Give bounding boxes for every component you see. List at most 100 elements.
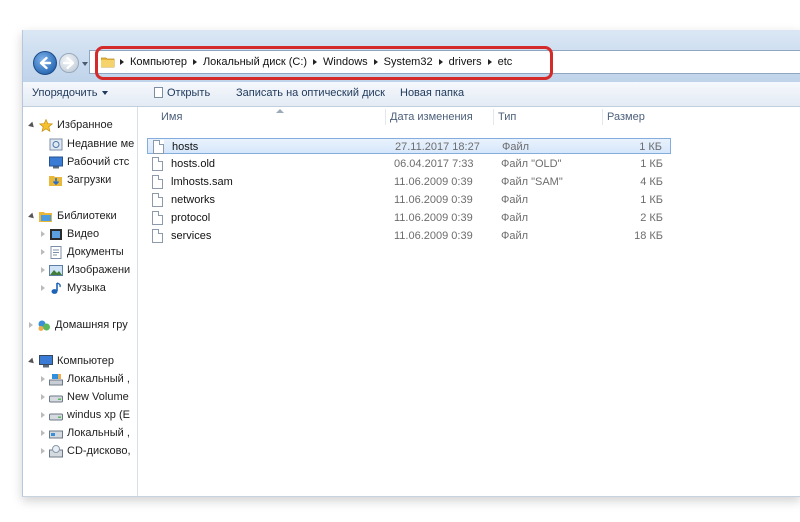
file-name: services	[171, 230, 212, 242]
organize-button[interactable]: Упорядочить	[32, 87, 109, 99]
sidebar-item-local-2[interactable]: Локальный ,	[41, 425, 130, 441]
cd-drive-icon	[49, 444, 63, 458]
file-size: 1 КБ	[640, 158, 663, 170]
sidebar-label-computer: Компьютер	[57, 355, 114, 367]
file-list[interactable]: Имя Дата изменения Тип Размер hosts 27.1…	[138, 107, 800, 496]
file-icon	[152, 157, 163, 171]
system-drive-icon	[49, 373, 63, 386]
column-divider[interactable]	[385, 109, 386, 125]
organize-label: Упорядочить	[32, 87, 98, 99]
expand-arrow-icon[interactable]	[41, 394, 45, 400]
file-name: protocol	[171, 212, 211, 224]
sidebar-item-cdrom[interactable]: CD-дисково,	[41, 443, 131, 459]
homegroup-icon	[37, 319, 51, 332]
column-header-date[interactable]: Дата изменения	[390, 107, 473, 127]
file-size: 4 КБ	[640, 176, 663, 188]
file-type: Файл "OLD"	[501, 158, 562, 170]
sidebar-item-music[interactable]: Музыка	[41, 280, 106, 296]
file-icon	[152, 229, 163, 243]
sidebar-label-recent: Недавние ме	[67, 138, 135, 150]
sidebar-item-computer[interactable]: Компьютер	[28, 353, 114, 369]
expand-arrow-icon[interactable]	[28, 357, 36, 365]
sidebar-item-windus[interactable]: windus xp (E	[41, 407, 130, 423]
title-bar: Компьютер Локальный диск (C:) Windows Sy…	[23, 30, 800, 82]
file-row[interactable]: hosts.old 06.04.2017 7:33 Файл "OLD" 1 К…	[147, 156, 671, 172]
recent-pages-dropdown-icon[interactable]	[82, 62, 88, 66]
file-date: 11.06.2009 0:39	[394, 212, 473, 224]
expand-arrow-icon[interactable]	[29, 322, 33, 328]
address-highlight-box	[95, 46, 553, 80]
file-row[interactable]: protocol 11.06.2009 0:39 Файл 2 КБ	[147, 210, 671, 226]
file-row[interactable]: lmhosts.sam 11.06.2009 0:39 Файл "SAM" 4…	[147, 174, 671, 190]
sidebar-item-local-c[interactable]: Локальный ,	[41, 371, 130, 387]
forward-button[interactable]	[59, 53, 79, 73]
sidebar-item-recent[interactable]: Недавние ме	[49, 136, 134, 152]
navigation-pane[interactable]: Избранное Недавние ме Рабочий стс Загруз…	[23, 107, 138, 496]
sidebar-label-documents: Документы	[67, 246, 124, 258]
documents-icon	[49, 245, 63, 259]
expand-arrow-icon[interactable]	[41, 430, 45, 436]
expand-arrow-icon[interactable]	[41, 376, 45, 382]
file-type: Файл "SAM"	[501, 176, 563, 188]
sidebar-label-desktop: Рабочий стс	[67, 156, 130, 168]
file-row[interactable]: hosts 27.11.2017 18:27 Файл 1 КБ	[147, 138, 671, 154]
file-type: Файл	[501, 194, 529, 206]
network-drive-icon	[49, 427, 63, 440]
new-folder-button[interactable]: Новая папка	[400, 87, 464, 99]
open-label: Открыть	[167, 87, 211, 99]
sidebar-item-downloads[interactable]: Загрузки	[49, 172, 111, 188]
expand-arrow-icon[interactable]	[41, 412, 45, 418]
file-date: 27.11.2017 18:27	[395, 141, 480, 153]
video-icon	[49, 228, 63, 241]
sidebar-item-video[interactable]: Видео	[41, 226, 99, 242]
sidebar-label-favorites: Избранное	[57, 119, 113, 131]
expand-arrow-icon[interactable]	[41, 249, 45, 255]
file-size: 2 КБ	[640, 212, 663, 224]
expand-arrow-icon[interactable]	[41, 267, 45, 273]
sidebar-label-homegroup: Домашняя гру	[55, 319, 128, 331]
file-row[interactable]: networks 11.06.2009 0:39 Файл 1 КБ	[147, 192, 671, 208]
expand-arrow-icon[interactable]	[41, 448, 45, 454]
column-divider[interactable]	[493, 109, 494, 125]
sidebar-label-libraries: Библиотеки	[57, 210, 117, 222]
sidebar-item-documents[interactable]: Документы	[41, 244, 124, 260]
hard-drive-icon	[49, 409, 63, 422]
sidebar-item-new-volume[interactable]: New Volume	[41, 389, 129, 405]
open-button[interactable]: Открыть	[154, 87, 210, 99]
column-header-size[interactable]: Размер	[607, 107, 645, 127]
file-row[interactable]: services 11.06.2009 0:39 Файл 18 КБ	[147, 228, 671, 244]
file-date: 11.06.2009 0:39	[394, 230, 473, 242]
command-bar: Упорядочить Открыть Записать на оптическ…	[23, 82, 800, 107]
sidebar-label-local-2: Локальный ,	[67, 427, 130, 439]
sidebar-item-favorites[interactable]: Избранное	[28, 117, 113, 133]
recent-places-icon	[49, 138, 63, 151]
file-icon	[152, 211, 163, 225]
expand-arrow-icon[interactable]	[41, 231, 45, 237]
expand-arrow-icon[interactable]	[41, 285, 45, 291]
file-icon	[152, 175, 163, 189]
burn-button[interactable]: Записать на оптический диск	[236, 87, 385, 99]
new-folder-label: Новая папка	[400, 87, 465, 99]
sidebar-item-homegroup[interactable]: Домашняя гру	[29, 317, 128, 333]
file-size: 18 КБ	[634, 230, 663, 242]
sidebar-label-pictures: Изображени	[67, 264, 131, 276]
file-name: lmhosts.sam	[171, 176, 233, 188]
libraries-icon	[39, 210, 53, 223]
expand-arrow-icon[interactable]	[28, 212, 36, 220]
column-divider[interactable]	[602, 109, 603, 125]
sidebar-label-video: Видео	[67, 228, 100, 240]
desktop-icon	[49, 156, 63, 169]
file-type: Файл	[501, 212, 529, 224]
sidebar-label-new-volume: New Volume	[67, 391, 129, 403]
sidebar-item-pictures[interactable]: Изображени	[41, 262, 130, 278]
expand-arrow-icon[interactable]	[28, 121, 36, 129]
downloads-folder-icon	[49, 174, 63, 187]
back-button[interactable]	[33, 51, 57, 75]
document-icon	[154, 87, 163, 98]
pictures-icon	[49, 264, 63, 277]
sidebar-item-libraries[interactable]: Библиотеки	[28, 208, 117, 224]
sidebar-item-desktop[interactable]: Рабочий стс	[49, 154, 129, 170]
column-header-type[interactable]: Тип	[498, 107, 516, 127]
file-icon	[153, 140, 164, 154]
column-header-name[interactable]: Имя	[161, 107, 182, 127]
